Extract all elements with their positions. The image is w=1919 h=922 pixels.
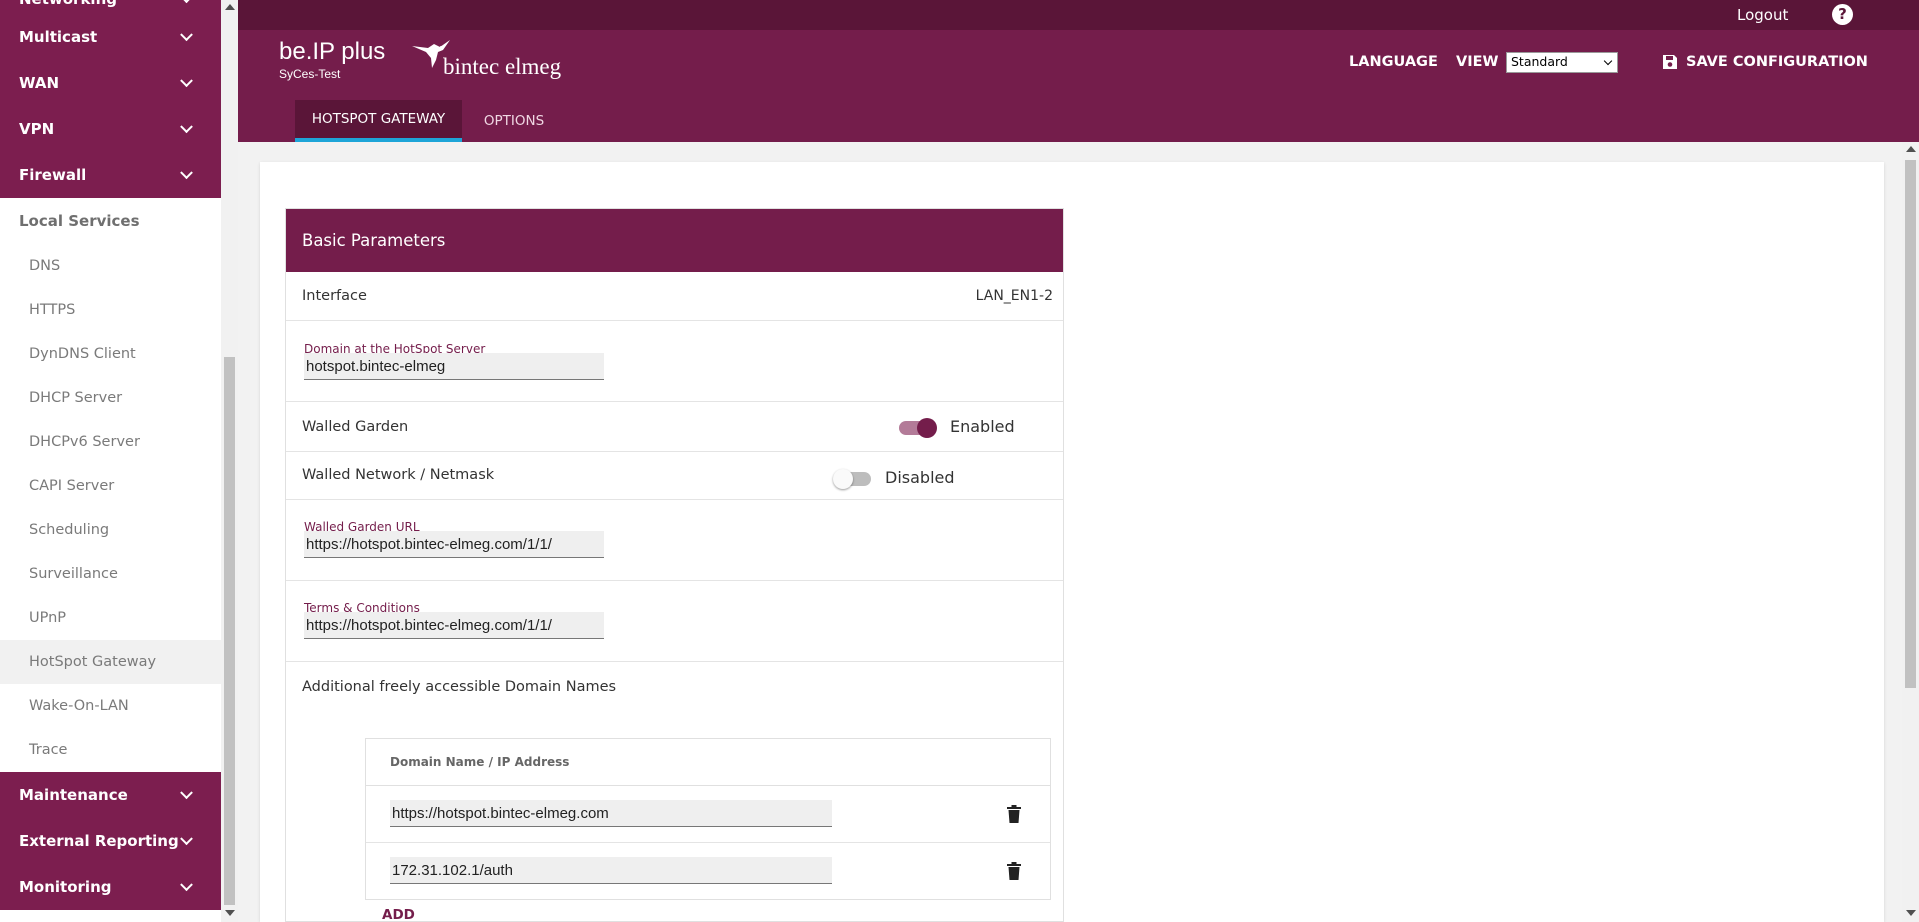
header: Logout ? be.IP plus SyCes-Test bintec el… <box>238 0 1919 142</box>
additional-domains-header: Additional freely accessible Domain Name… <box>286 662 1063 712</box>
walled-garden-toggle[interactable] <box>899 418 937 438</box>
walled-garden-url-input[interactable] <box>304 531 604 558</box>
sidebar-section-header[interactable]: Local Services <box>0 198 221 244</box>
walled-garden-url-row: Walled Garden URL <box>286 500 1063 581</box>
walled-network-row: Walled Network / Netmask Disabled <box>286 452 1063 500</box>
product-name: be.IP plus <box>279 38 386 65</box>
sidebar-section-local-services: Local Services DNS HTTPS DynDNS Client D… <box>0 198 221 772</box>
domain-table: Domain Name / IP Address <box>365 738 1051 900</box>
scroll-up-arrow-icon[interactable] <box>225 4 235 10</box>
sidebar-item-capi-server[interactable]: CAPI Server <box>0 464 221 508</box>
top-bar: Logout ? <box>238 0 1919 30</box>
chevron-down-icon <box>180 878 193 892</box>
sidebar-section-label: WAN <box>19 74 60 92</box>
domain-input[interactable] <box>304 353 604 380</box>
trash-icon[interactable] <box>1007 805 1021 823</box>
sidebar-section-label: External Reporting <box>19 832 179 850</box>
sidebar-section-maintenance[interactable]: Maintenance <box>0 772 221 818</box>
scrollbar-thumb[interactable] <box>224 357 235 905</box>
view-select[interactable]: Standard <box>1506 52 1618 73</box>
sidebar-item-surveillance[interactable]: Surveillance <box>0 552 221 596</box>
view-select-value: Standard <box>1511 54 1568 69</box>
table-row <box>366 843 1050 900</box>
chevron-down-icon <box>180 120 193 134</box>
save-configuration-button[interactable]: SAVE CONFIGURATION <box>1662 54 1868 70</box>
view-label: VIEW <box>1456 54 1499 70</box>
sidebar-section-label: Maintenance <box>19 786 128 804</box>
sidebar-section-label: Networking <box>19 0 117 8</box>
sidebar-item-dhcp-server[interactable]: DHCP Server <box>0 376 221 420</box>
sidebar-section-label: Multicast <box>19 28 98 46</box>
sidebar-section-multicast[interactable]: Multicast <box>0 14 221 60</box>
tab-hotspot-gateway[interactable]: HOTSPOT GATEWAY <box>295 100 462 142</box>
sidebar-section-vpn[interactable]: VPN <box>0 106 221 152</box>
sidebar-section-label: VPN <box>19 120 55 138</box>
sidebar-item-trace[interactable]: Trace <box>0 728 221 772</box>
save-configuration-label: SAVE CONFIGURATION <box>1686 54 1868 70</box>
add-domain-button[interactable]: ADD <box>382 907 415 922</box>
sidebar-section-monitoring[interactable]: Monitoring <box>0 864 221 910</box>
walled-garden-label: Walled Garden <box>302 419 409 435</box>
sidebar-section-firewall[interactable]: Firewall <box>0 152 221 198</box>
scroll-down-arrow-icon[interactable] <box>225 910 235 916</box>
sidebar-item-upnp[interactable]: UPnP <box>0 596 221 640</box>
language-menu[interactable]: LANGUAGE <box>1349 54 1438 70</box>
domain-name-input[interactable] <box>390 800 832 827</box>
device-name: SyCes-Test <box>279 67 341 81</box>
chevron-down-icon <box>1603 56 1613 66</box>
sidebar-item-dyndns-client[interactable]: DynDNS Client <box>0 332 221 376</box>
walled-network-state: Disabled <box>885 468 955 487</box>
brand-logo-text: bintec elmeg <box>443 54 562 79</box>
sidebar: Networking Multicast WAN VPN Firewall Lo… <box>0 0 221 922</box>
terms-input[interactable] <box>304 612 604 639</box>
sidebar-item-dns[interactable]: DNS <box>0 244 221 288</box>
terms-row: Terms & Conditions <box>286 581 1063 662</box>
domain-name-input[interactable] <box>390 857 832 884</box>
sidebar-item-dhcpv6-server[interactable]: DHCPv6 Server <box>0 420 221 464</box>
sidebar-section-networking[interactable]: Networking <box>0 0 221 14</box>
sidebar-section-label: Firewall <box>19 166 87 184</box>
help-icon[interactable]: ? <box>1832 4 1853 25</box>
scroll-down-arrow-icon[interactable] <box>1906 910 1916 916</box>
walled-network-toggle[interactable] <box>833 469 871 489</box>
main-content: Basic Parameters Interface LAN_EN1-2 Dom… <box>238 142 1902 922</box>
walled-network-label: Walled Network / Netmask <box>302 467 495 483</box>
table-header: Domain Name / IP Address <box>366 739 1050 786</box>
chevron-down-icon <box>180 74 193 88</box>
interface-row: Interface LAN_EN1-2 <box>286 272 1063 321</box>
floppy-disk-icon <box>1663 55 1677 69</box>
chevron-down-icon <box>180 0 193 4</box>
walled-garden-row: Walled Garden Enabled <box>286 402 1063 452</box>
main-scrollbar[interactable] <box>1902 142 1919 922</box>
sidebar-section-label: Monitoring <box>19 878 112 896</box>
toggle-knob <box>917 418 937 438</box>
chevron-down-icon <box>180 28 193 42</box>
trash-icon[interactable] <box>1007 862 1021 880</box>
panel-title: Basic Parameters <box>286 209 1063 272</box>
sidebar-item-https[interactable]: HTTPS <box>0 288 221 332</box>
logout-link[interactable]: Logout <box>1737 6 1788 24</box>
sidebar-item-hotspot-gateway[interactable]: HotSpot Gateway <box>0 640 221 684</box>
sidebar-item-scheduling[interactable]: Scheduling <box>0 508 221 552</box>
walled-garden-state: Enabled <box>950 417 1015 436</box>
scrollbar-thumb[interactable] <box>1905 160 1916 688</box>
scroll-up-arrow-icon[interactable] <box>1906 146 1916 152</box>
basic-parameters-panel: Basic Parameters Interface LAN_EN1-2 Dom… <box>285 208 1064 922</box>
chevron-down-icon <box>180 166 193 180</box>
chevron-down-icon <box>180 786 193 800</box>
domain-row: Domain at the HotSpot Server <box>286 321 1063 402</box>
toggle-knob <box>833 469 853 489</box>
chevron-down-icon <box>180 832 193 846</box>
interface-label: Interface <box>302 288 367 304</box>
sidebar-scrollbar[interactable] <box>221 0 238 922</box>
additional-domains-label: Additional freely accessible Domain Name… <box>302 679 617 695</box>
sidebar-item-wake-on-lan[interactable]: Wake-On-LAN <box>0 684 221 728</box>
sidebar-section-external-reporting[interactable]: External Reporting <box>0 818 221 864</box>
tab-options[interactable]: OPTIONS <box>462 100 566 142</box>
table-row <box>366 786 1050 843</box>
interface-value: LAN_EN1-2 <box>975 288 1053 304</box>
sidebar-section-wan[interactable]: WAN <box>0 60 221 106</box>
